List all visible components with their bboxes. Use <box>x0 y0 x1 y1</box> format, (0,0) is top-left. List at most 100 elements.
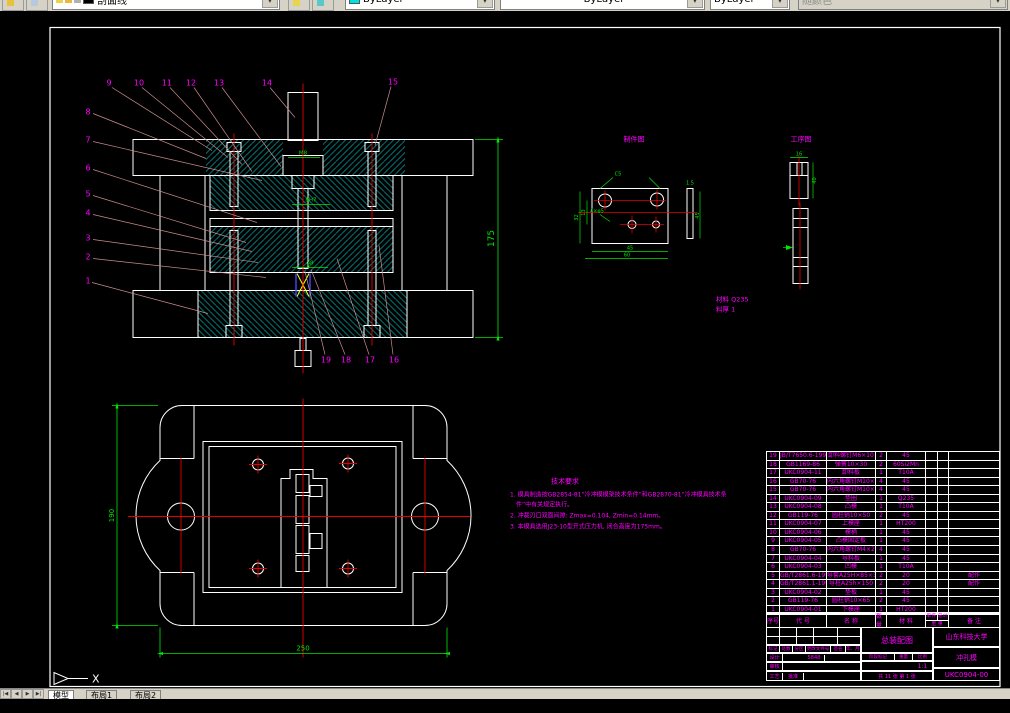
bom-qty: 1 <box>876 554 887 563</box>
lineweight-combo-value: ByLayer <box>714 0 755 5</box>
layer-properties-button[interactable] <box>2 0 24 11</box>
bom-row: 18 GB1169-86 弹簧10×30 2 60Si2Mn <box>767 460 999 470</box>
bom-remark <box>949 512 999 520</box>
bom-header-weight-each: 单件 <box>926 613 938 620</box>
balloon-11: 11 <box>162 79 172 88</box>
feed-arrow-icon <box>786 245 793 250</box>
dim-holes: 4×φ5 <box>590 209 604 215</box>
bom-no: 4 <box>767 580 780 588</box>
make-layer-current-button[interactable] <box>288 0 310 11</box>
bom-name: 垫板 <box>827 588 876 597</box>
bom-no: 18 <box>767 460 780 469</box>
bom-material: 20 <box>887 571 926 580</box>
part-detail-view: 制件图 32 13 45 60 C5 4×φ5 1.5 45 材料 Q235 料… <box>574 135 749 314</box>
bom-weight-total <box>938 528 949 537</box>
bom-weight-total <box>938 597 949 605</box>
bom-code: GB70-76 <box>780 477 827 486</box>
bom-qty: 1 <box>876 503 887 511</box>
notes-title: 技术要求 <box>551 477 579 486</box>
chevron-down-icon[interactable]: ▼ <box>772 0 788 8</box>
bom-name: 凹模 <box>827 563 876 571</box>
balloon-9: 9 <box>106 79 111 88</box>
bom-weight-each <box>926 537 938 546</box>
balloon-16: 16 <box>389 356 399 365</box>
plan-dim-width: 250 <box>296 645 309 653</box>
bom-qty: 1 <box>876 588 887 597</box>
bom-row: 12 GB119-76 圆柱销10×50 2 45 <box>767 511 999 521</box>
layer-states-button[interactable] <box>26 0 48 11</box>
bom-weight-total <box>938 537 949 546</box>
color-combo-value: ByLayer <box>363 0 404 5</box>
bom-name: 模柄 <box>827 528 876 537</box>
bom-no: 7 <box>767 554 780 563</box>
sheet-count-text: 共 11 张 第 1 张 <box>878 673 916 680</box>
bom-material: 45 <box>887 477 926 486</box>
craft-label: 工艺 <box>767 672 783 680</box>
layer-previous-button[interactable] <box>312 0 334 11</box>
balloon-2: 2 <box>85 253 90 262</box>
bom-weight-each <box>926 494 938 503</box>
notes-line-1: 1. 模具制造按GB2854-81“冷冲模模架技术条件”和GB2870-81“冷… <box>510 491 727 499</box>
bom-weight-each <box>926 520 938 528</box>
bom-row: 17 UKC0904-11 卸料板 1 T10A <box>767 469 999 478</box>
bom-qty: 2 <box>876 580 887 588</box>
bom-row: 15 GB70-76 内六角螺钉M10×50 4 45 <box>767 486 999 495</box>
layer-state-icon <box>31 0 38 6</box>
bom-remark <box>949 520 999 528</box>
bom-weight-total <box>938 571 949 580</box>
sun-icon <box>65 0 72 3</box>
organization-text: 山东科技大学 <box>945 633 988 641</box>
bom-material: 45 <box>887 511 926 520</box>
balloon-7: 7 <box>85 136 90 145</box>
bom-name: 导柱A25h×150 <box>827 580 876 588</box>
drawing-number: UKC0904-00 <box>933 668 1000 681</box>
bulb-icon <box>56 0 63 3</box>
bom-weight-total <box>938 477 949 486</box>
bom-name: 垫圈 <box>827 494 876 503</box>
bom-row: 9 UKC0904-05 凸模固定板 1 45 <box>767 537 999 547</box>
bom-material: 45 <box>887 537 926 546</box>
chevron-down-icon[interactable]: ▼ <box>262 0 278 8</box>
linetype-combo[interactable]: ByLayer ▼ <box>500 0 705 10</box>
chevron-down-icon[interactable]: ▼ <box>477 0 493 8</box>
revision-grid <box>766 627 861 645</box>
bom-no: 2 <box>767 597 780 605</box>
balloon-4: 4 <box>85 209 90 218</box>
balloon-3: 3 <box>85 234 90 243</box>
bom-remark <box>949 529 999 537</box>
scale-label: 比例 <box>918 655 927 660</box>
bom-remark <box>949 589 999 597</box>
approve-label: 批准 <box>783 672 804 680</box>
balloon-8: 8 <box>85 108 90 117</box>
bom-material: HT200 <box>887 520 926 528</box>
bom-weight-total <box>938 460 949 469</box>
bom-remark: 配作 <box>967 580 980 588</box>
bom-row: 3 UKC0904-02 垫板 1 45 <box>767 588 999 598</box>
color-chip-cyan <box>349 0 360 4</box>
bom-remark <box>949 461 999 469</box>
color-combo[interactable]: ByLayer ▼ <box>345 0 495 10</box>
plotstyle-combo: 随颜色 ▼ <box>798 0 1008 10</box>
bom-weight-total <box>938 503 949 511</box>
bom-no: 16 <box>767 477 780 486</box>
design-label: 设计 <box>767 654 783 661</box>
bom-remark <box>949 486 999 494</box>
layer-combo[interactable]: 剖面线 ▼ <box>52 0 280 10</box>
bom-code: JB/T7650.6-1994 <box>780 452 827 460</box>
balloon-15: 15 <box>388 78 398 87</box>
bom-qty: 1 <box>876 494 887 503</box>
rev-mark: 标记 <box>767 646 780 652</box>
bom-name: 导料板 <box>827 554 876 563</box>
last-tab-icon: ▶| <box>35 691 42 697</box>
bom-qty: 4 <box>876 486 887 494</box>
bom-remark <box>949 563 999 571</box>
bom-code: GB119-76 <box>780 511 827 520</box>
chevron-down-icon: ▼ <box>990 0 1006 8</box>
bom-no: 14 <box>767 494 780 503</box>
chevron-down-icon[interactable]: ▼ <box>687 0 703 8</box>
scale-value: 1:1 <box>917 662 928 670</box>
ucs-icon: X <box>53 671 100 686</box>
lineweight-combo[interactable]: ByLayer ▼ <box>710 0 790 10</box>
bom-remark <box>949 503 999 511</box>
bom-row: 11 UKC0904-07 上模座 1 HT200 <box>767 520 999 529</box>
